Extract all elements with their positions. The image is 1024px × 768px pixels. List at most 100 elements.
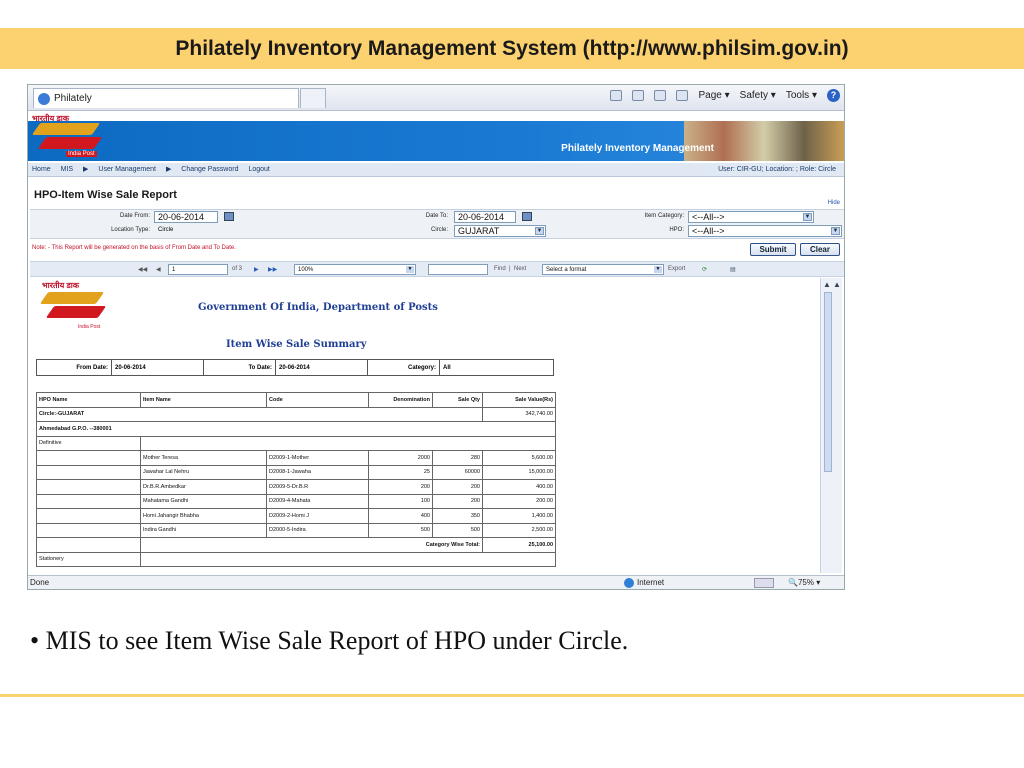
refresh-icon[interactable]: ⟳	[702, 266, 707, 273]
hpo-select[interactable]: <--All--> ▼	[688, 225, 842, 237]
print-report-icon[interactable]: ▤	[730, 266, 736, 273]
zoom-level-value: 75%	[797, 578, 814, 587]
hpo-label: HPO:	[669, 227, 684, 233]
circle-select[interactable]: GUJARAT ▼	[454, 225, 546, 237]
mail-icon[interactable]	[654, 90, 667, 101]
safety-menu-label: Safety	[739, 90, 769, 101]
feeds-icon[interactable]	[632, 90, 645, 101]
next-link[interactable]: Next	[514, 266, 526, 272]
hpo-cell: Ahmedabad G.P.O. --380001	[36, 421, 556, 437]
tools-menu-label: Tools	[785, 90, 810, 101]
last-page-icon[interactable]: ▶▶	[268, 266, 277, 273]
menu-logout[interactable]: Logout	[248, 166, 269, 173]
find-link[interactable]: Find	[494, 266, 506, 272]
browser-tab-title: Philately	[54, 93, 92, 104]
col-code: Code	[266, 392, 369, 408]
safety-menu[interactable]: Safety ▾	[740, 90, 776, 101]
location-type-value: Circle	[158, 227, 174, 233]
item-value: 200.00	[482, 493, 556, 509]
date-from-input[interactable]: 20-06-2014	[154, 211, 218, 223]
table-row: Circle:-GUJARAT 342,740.00	[36, 406, 556, 422]
scroll-up-icon[interactable]: ▲	[833, 280, 841, 289]
category-total-label: Category Wise Total:	[140, 537, 483, 553]
item-value: 15,000.00	[482, 464, 556, 480]
menu-user-management[interactable]: User Management	[98, 166, 156, 173]
logo-wing-yellow	[39, 292, 105, 304]
menu-change-password[interactable]: Change Password	[181, 166, 238, 173]
item-denomination: 400	[368, 508, 433, 524]
report-logo: भारतीय डाक India Post	[34, 278, 118, 334]
item-denomination: 25	[368, 464, 433, 480]
date-to-label: Date To:	[425, 213, 448, 219]
empty-cell	[140, 551, 556, 567]
first-page-icon[interactable]: ◀◀	[138, 266, 147, 273]
item-denomination: 100	[368, 493, 433, 509]
report-document: भारतीय डाक India Post Government Of Indi…	[30, 278, 820, 573]
organization-name: Government Of India, Department of Posts	[198, 302, 438, 313]
calendar-icon[interactable]	[522, 212, 532, 221]
dropdown-arrow-icon: ▼	[831, 227, 840, 235]
item-value: 5,600.00	[482, 450, 556, 466]
page-number-input[interactable]: 1	[168, 264, 228, 275]
scroll-thumb[interactable]	[824, 292, 832, 472]
find-separator: |	[509, 266, 511, 272]
protected-mode-icon[interactable]	[754, 578, 774, 588]
browser-status-bar: Done Internet 🔍75% ▾	[28, 575, 844, 589]
report-note: Note: - This Report will be generated on…	[32, 245, 236, 251]
date-to-input[interactable]: 20-06-2014	[454, 211, 516, 223]
item-name: Indira Gandhi	[140, 522, 267, 538]
item-category-select[interactable]: <--All--> ▼	[688, 211, 814, 223]
tools-menu[interactable]: Tools ▾	[786, 90, 817, 101]
print-icon[interactable]	[676, 90, 689, 101]
filter-panel: Date From: 20-06-2014 Date To: 20-06-201…	[30, 209, 844, 239]
report-scrollbar[interactable]: ▲ ▲	[820, 278, 842, 573]
col-hpo-name: HPO Name	[36, 392, 141, 408]
circle-label: Circle:	[430, 227, 448, 233]
status-text: Done	[30, 578, 50, 587]
col-sale-value: Sale Value(Rs)	[482, 392, 556, 408]
help-icon[interactable]: ?	[827, 89, 840, 102]
zoom-select[interactable]: 100% ▼	[294, 264, 416, 275]
table-row: Ahmedabad G.P.O. --380001	[36, 421, 556, 437]
hide-link[interactable]: Hide	[828, 200, 840, 206]
table-row: Jawahar Lal Nehru D2008-1-Jawaha 25 6000…	[36, 464, 556, 480]
logo-wing-yellow	[31, 123, 101, 135]
prev-page-icon[interactable]: ◀	[156, 266, 161, 273]
menu-home[interactable]: Home	[32, 166, 51, 173]
item-name: Dr.B.R.Ambedkar	[140, 479, 267, 495]
empty-cell	[36, 537, 141, 553]
page-count: of 3	[232, 266, 243, 272]
find-input[interactable]	[428, 264, 488, 275]
zoom-level[interactable]: 🔍75% ▾	[788, 576, 820, 589]
submit-button[interactable]: Submit	[750, 243, 796, 256]
page-menu-label: Page	[698, 90, 722, 101]
next-page-icon[interactable]: ▶	[254, 266, 259, 273]
clear-button[interactable]: Clear	[800, 243, 840, 256]
home-icon[interactable]	[610, 90, 623, 101]
scroll-up-icon[interactable]: ▲	[823, 280, 831, 289]
menu-arrow-icon: ▶	[165, 166, 172, 173]
app-title: Philately Inventory Management	[561, 143, 714, 154]
menu-arrow-icon: ▶	[83, 166, 89, 173]
item-code: D2000-5-Indira	[266, 522, 369, 538]
new-tab-button[interactable]	[300, 88, 326, 108]
to-date-value: 20-06-2014	[275, 359, 368, 376]
export-format-select[interactable]: Select a format ▼	[542, 264, 664, 275]
menu-mis[interactable]: MIS	[61, 166, 73, 173]
empty-cell	[36, 493, 141, 509]
browser-toolbar: Philately Page ▾ Safety ▾ Tools ▾ ?	[28, 85, 844, 111]
slide-title-banner: Philately Inventory Management System (h…	[0, 28, 1024, 69]
item-name: Mahatama Gandhi	[140, 493, 267, 509]
export-link[interactable]: Export	[668, 266, 685, 272]
item-category-value: <--All-->	[692, 212, 725, 222]
location-type-label: Location Type:	[111, 227, 150, 233]
to-date-label: To Date:	[203, 359, 276, 376]
item-qty: 500	[432, 522, 483, 538]
ie-page-icon	[38, 93, 50, 105]
calendar-icon[interactable]	[224, 212, 234, 221]
browser-tab[interactable]: Philately	[33, 88, 299, 108]
browser-screenshot: Philately Page ▾ Safety ▾ Tools ▾ ? भारत…	[27, 84, 845, 590]
main-menu: Home MIS ▶ User Management ▶ Change Pass…	[28, 163, 844, 177]
app-header: भारतीय डाक India Post Philately Inventor…	[28, 111, 844, 161]
page-menu[interactable]: Page ▾	[698, 90, 729, 101]
